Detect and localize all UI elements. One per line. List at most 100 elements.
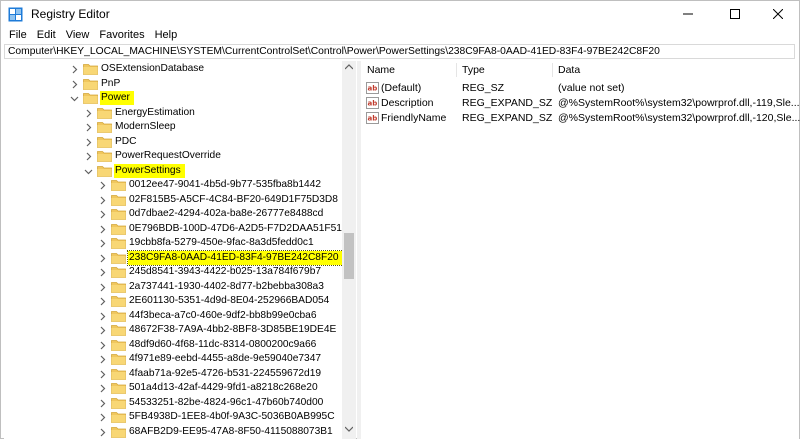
chevron-right-icon[interactable] (84, 109, 93, 118)
chevron-right-icon[interactable] (98, 196, 107, 205)
tree-node[interactable]: 0E796BDB-100D-47D6-A2D5-F7D2DAA51F51 (4, 222, 344, 237)
window-title: Registry Editor (31, 7, 110, 21)
tree-node[interactable]: 0d7dbae2-4294-402a-ba8e-26777e8488cd (4, 207, 344, 222)
tree-node-label: ModernSleep (115, 121, 176, 132)
tree-node[interactable]: OSExtensionDatabase (4, 62, 344, 77)
chevron-right-icon[interactable] (98, 326, 107, 335)
chevron-down-icon[interactable] (84, 167, 93, 176)
minimize-icon (683, 13, 693, 15)
folder-icon (97, 165, 112, 177)
chevron-right-icon[interactable] (98, 370, 107, 379)
chevron-right-icon[interactable] (98, 239, 107, 248)
folder-icon (111, 426, 126, 438)
value-data: (value not set) (558, 82, 625, 94)
value-row[interactable]: ab FriendlyName REG_EXPAND_SZ @%SystemRo… (361, 111, 800, 126)
close-button[interactable] (756, 1, 800, 27)
column-header-type[interactable]: Type (462, 61, 485, 79)
tree-node[interactable]: PowerRequestOverride (4, 149, 344, 164)
folder-icon (97, 136, 112, 148)
tree-node[interactable]: 44f3beca-a7c0-460e-9df2-bb8b99e0cba6 (4, 309, 344, 324)
tree-node[interactable]: ModernSleep (4, 120, 344, 135)
folder-icon (111, 209, 126, 220)
chevron-right-icon[interactable] (70, 65, 79, 74)
folder-icon (111, 296, 126, 307)
tree-node[interactable]: PowerSettings (4, 163, 344, 179)
tree-vertical-scrollbar[interactable] (342, 61, 356, 439)
value-name: FriendlyName (381, 112, 447, 124)
chevron-down-icon[interactable] (70, 94, 79, 103)
tree-node-label: PowerSettings (114, 163, 185, 178)
tree-node[interactable]: 501a4d13-42af-4429-9fd1-a8218c268e20 (4, 381, 344, 396)
value-row[interactable]: ab Description REG_EXPAND_SZ @%SystemRoo… (361, 96, 800, 111)
minimize-button[interactable] (666, 1, 710, 27)
chevron-right-icon[interactable] (98, 254, 107, 263)
tree-node[interactable]: 02F815B5-A5CF-4C84-BF20-649D1F75D3D8 (4, 193, 344, 208)
tree-node[interactable]: EnergyEstimation (4, 106, 344, 121)
chevron-right-icon[interactable] (98, 399, 107, 408)
tree-node[interactable]: 48df9d60-4f68-11dc-8314-0800200c9a66 (4, 338, 344, 353)
tree-node-label: 5FB4938D-1EE8-4b0f-9A3C-5036B0AB995C (129, 411, 335, 422)
menu-edit[interactable]: Edit (32, 27, 61, 43)
title-bar: Registry Editor (1, 1, 799, 27)
values-pane[interactable]: Name Type Data ab (Default) REG_SZ (valu… (361, 61, 800, 439)
chevron-right-icon[interactable] (98, 384, 107, 393)
tree-node-label: 238C9FA8-0AAD-41ED-83F4-97BE242C8F20 (127, 249, 346, 266)
value-row[interactable]: ab (Default) REG_SZ (value not set) (361, 81, 799, 96)
tree-node[interactable]: PnP (4, 77, 344, 92)
chevron-right-icon[interactable] (98, 355, 107, 364)
menu-help[interactable]: Help (150, 27, 183, 43)
chevron-right-icon[interactable] (98, 341, 107, 350)
tree-node-label: PowerRequestOverride (115, 150, 221, 161)
registry-editor-window: Registry Editor File Edit View Favorites… (0, 0, 800, 439)
tree-node-label: 0012ee47-9041-4b5d-9b77-535fba8b1442 (129, 179, 322, 190)
tree-node[interactable]: PDC (4, 135, 344, 150)
tree-node-label: 0E796BDB-100D-47D6-A2D5-F7D2DAA51F51 (129, 222, 342, 234)
chevron-right-icon[interactable] (98, 413, 107, 422)
chevron-right-icon[interactable] (98, 428, 107, 437)
tree-node[interactable]: 238C9FA8-0AAD-41ED-83F4-97BE242C8F20 (4, 249, 346, 266)
tree-node[interactable]: Power (4, 91, 344, 106)
tree-node[interactable]: 0012ee47-9041-4b5d-9b77-535fba8b1442 (4, 178, 344, 193)
menu-favorites[interactable]: Favorites (94, 27, 149, 43)
tree-node[interactable]: 2a737441-1930-4402-8d77-b2bebba308a3 (4, 280, 344, 295)
tree-node[interactable]: 68AFB2D9-EE95-47A8-8F50-4115088073B1 (4, 425, 344, 439)
tree-node[interactable]: 48672F38-7A9A-4bb2-8BF8-3D85BE19DE4E (4, 323, 344, 338)
chevron-right-icon[interactable] (84, 138, 93, 147)
column-header-name[interactable]: Name (367, 61, 395, 79)
tree-node[interactable]: 54533251-82be-4824-96c1-47b60b740d00 (4, 396, 344, 411)
tree-node-label: PnP (101, 77, 121, 89)
key-tree-pane[interactable]: OSExtensionDatabase PnP Power EnergyEstimat… (4, 61, 356, 439)
chevron-right-icon[interactable] (98, 283, 107, 292)
column-header-data[interactable]: Data (558, 61, 580, 79)
tree-node[interactable]: 4faab71a-92e5-4726-b531-224559672d19 (4, 367, 344, 382)
maximize-button[interactable] (713, 1, 757, 27)
chevron-right-icon[interactable] (98, 268, 107, 277)
chevron-right-icon[interactable] (84, 123, 93, 132)
scrollbar-thumb[interactable] (344, 233, 354, 279)
scroll-down-arrow-icon[interactable] (345, 426, 353, 432)
tree-node-label: Power (100, 91, 134, 105)
tree-node-label: 68AFB2D9-EE95-47A8-8F50-4115088073B1 (129, 425, 333, 437)
chevron-right-icon[interactable] (84, 152, 93, 161)
tree-node[interactable]: 2E601130-5351-4d9d-8E04-252966BAD054 (4, 294, 344, 309)
tree-node[interactable]: 5FB4938D-1EE8-4b0f-9A3C-5036B0AB995C (4, 410, 344, 425)
menu-view[interactable]: View (61, 27, 95, 43)
column-divider[interactable] (456, 63, 457, 77)
value-type: REG_SZ (462, 82, 505, 94)
address-bar[interactable]: Computer\HKEY_LOCAL_MACHINE\SYSTEM\Curre… (4, 44, 795, 59)
scroll-up-arrow-icon[interactable] (345, 64, 353, 70)
chevron-right-icon[interactable] (98, 312, 107, 321)
column-divider[interactable] (552, 63, 553, 77)
chevron-right-icon[interactable] (98, 297, 107, 306)
folder-icon (111, 325, 126, 336)
chevron-right-icon[interactable] (98, 225, 107, 234)
chevron-right-icon[interactable] (70, 80, 79, 89)
tree-node[interactable]: 19cbb8fa-5279-450e-9fac-8a3d5fedd0c1 (4, 236, 344, 251)
tree-node[interactable]: 4f971e89-eebd-4455-a8de-9e59040e7347 (4, 352, 344, 367)
menu-file[interactable]: File (1, 27, 32, 43)
chevron-right-icon[interactable] (98, 181, 107, 190)
tree-node[interactable]: 245d8541-3943-4422-b025-13a784f679b7 (4, 265, 344, 280)
tree-node-label: OSExtensionDatabase (101, 63, 205, 74)
tree-node-label: 44f3beca-a7c0-460e-9df2-bb8b99e0cba6 (129, 309, 317, 321)
chevron-right-icon[interactable] (98, 210, 107, 219)
